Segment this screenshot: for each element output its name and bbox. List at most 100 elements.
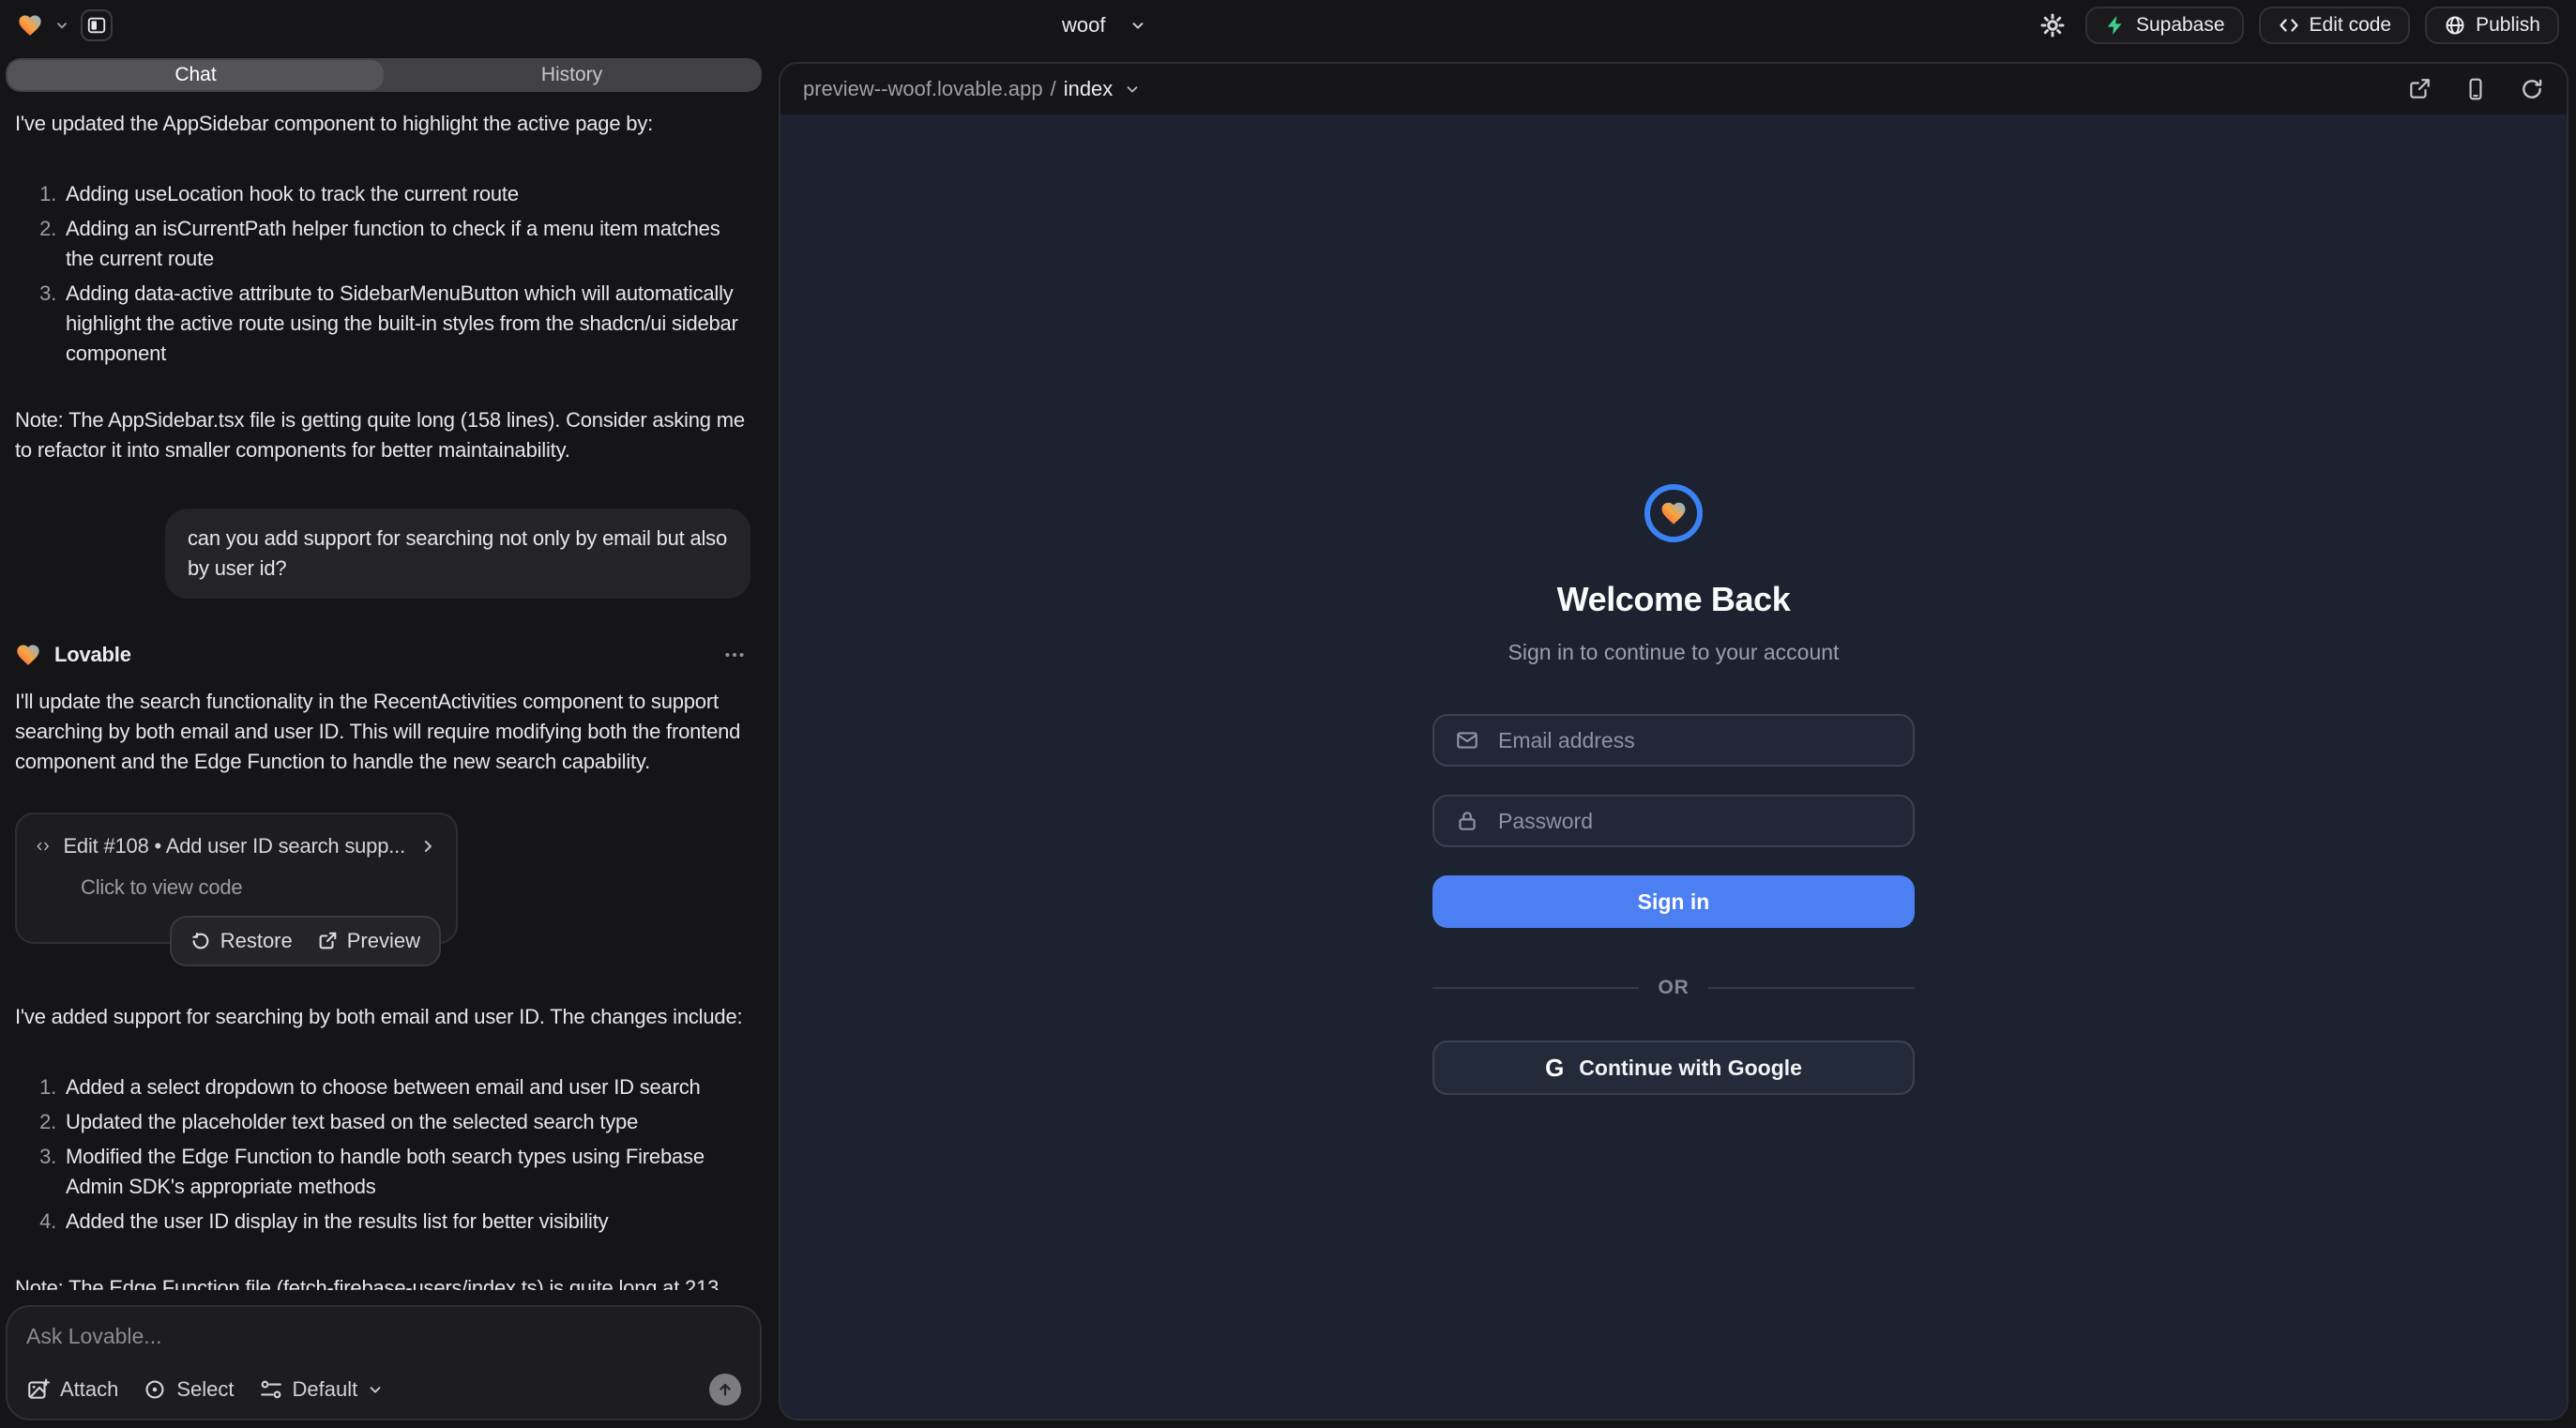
workspace-chevron-down-icon[interactable] xyxy=(54,18,69,33)
assistant-numbered-list: Added a select dropdown to choose betwee… xyxy=(15,1068,750,1241)
refresh-icon xyxy=(2520,77,2544,101)
preview-iframe: Welcome Back Sign in to continue to your… xyxy=(780,114,2567,1419)
chat-input[interactable] xyxy=(26,1324,741,1349)
project-name: woof xyxy=(1062,13,1105,38)
preview-label: Preview xyxy=(347,929,420,953)
restore-label: Restore xyxy=(220,929,293,953)
preview-toolbar: preview--woof.lovable.app / index xyxy=(780,64,2567,114)
preview-button[interactable]: Preview xyxy=(317,929,420,953)
email-input[interactable] xyxy=(1494,726,1892,755)
mobile-view-button[interactable] xyxy=(2463,77,2488,101)
password-input[interactable] xyxy=(1494,807,1892,836)
preview-panel: preview--woof.lovable.app / index xyxy=(779,62,2568,1420)
list-item: Adding an isCurrentPath helper function … xyxy=(62,214,750,274)
message-list[interactable]: I've updated the AppSidebar component to… xyxy=(0,92,767,1290)
attach-button[interactable]: Attach xyxy=(26,1377,118,1402)
tab-chat[interactable]: Chat xyxy=(8,60,384,90)
project-chevron-down-icon xyxy=(1129,17,1146,34)
preview-url-host: preview--woof.lovable.app xyxy=(803,77,1043,101)
globe-icon xyxy=(2444,14,2466,37)
auth-title: Welcome Back xyxy=(1557,580,1791,619)
supabase-icon xyxy=(2104,14,2127,37)
assistant-numbered-list: Adding useLocation hook to track the cur… xyxy=(15,175,750,373)
chevron-down-icon xyxy=(1124,81,1141,98)
lovable-avatar-icon xyxy=(15,642,41,668)
code-icon xyxy=(2278,14,2300,37)
attach-image-icon xyxy=(26,1377,51,1402)
settings-button[interactable] xyxy=(2035,8,2070,43)
edit-card[interactable]: Edit #108 • Add user ID search supp... C… xyxy=(15,813,458,944)
email-field[interactable] xyxy=(1432,714,1915,767)
code-icon xyxy=(36,834,50,858)
composer: Attach Select Default xyxy=(6,1305,762,1420)
divider-line xyxy=(1432,987,1639,989)
preview-url[interactable]: preview--woof.lovable.app / index xyxy=(803,77,1141,101)
select-label: Select xyxy=(176,1377,234,1402)
chevron-down-icon xyxy=(367,1381,384,1398)
password-field[interactable] xyxy=(1432,795,1915,847)
restore-button[interactable]: Restore xyxy=(190,929,293,953)
sidebar-panel-icon xyxy=(86,15,107,36)
supabase-label: Supabase xyxy=(2136,14,2225,37)
divider-line xyxy=(1708,987,1915,989)
more-options-icon[interactable] xyxy=(722,643,750,667)
list-item: Added the user ID display in the results… xyxy=(62,1207,750,1237)
publish-button[interactable]: Publish xyxy=(2425,7,2559,44)
edit-card-actions: Restore Preview xyxy=(170,916,441,966)
composer-toolbar: Attach Select Default xyxy=(26,1374,741,1405)
chat-panel: Chat History I've updated the AppSidebar… xyxy=(0,51,767,1428)
open-in-new-tab-button[interactable] xyxy=(2407,77,2432,101)
user-message-bubble: can you add support for searching not on… xyxy=(165,509,750,599)
edit-card-header[interactable]: Edit #108 • Add user ID search supp... xyxy=(36,831,437,861)
auth-card: Welcome Back Sign in to continue to your… xyxy=(1432,484,1915,1095)
lovable-logo-icon[interactable] xyxy=(17,12,43,38)
google-label: Continue with Google xyxy=(1579,1056,1802,1081)
preview-url-page: index xyxy=(1064,77,1114,101)
edit-code-label: Edit code xyxy=(2310,14,2392,37)
select-button[interactable]: Select xyxy=(143,1377,234,1402)
tab-history[interactable]: History xyxy=(384,60,760,90)
phone-icon xyxy=(2463,77,2488,101)
supabase-button[interactable]: Supabase xyxy=(2085,7,2244,44)
project-switcher[interactable]: woof xyxy=(1062,0,1146,51)
list-item: Added a select dropdown to choose betwee… xyxy=(62,1072,750,1102)
google-sign-in-button[interactable]: G Continue with Google xyxy=(1432,1041,1915,1095)
assistant-name: Lovable xyxy=(54,640,131,670)
arrow-up-icon xyxy=(716,1380,735,1399)
sliders-icon xyxy=(259,1377,283,1402)
or-label: OR xyxy=(1658,977,1689,999)
google-icon: G xyxy=(1545,1056,1564,1080)
mail-icon xyxy=(1455,728,1479,752)
select-target-icon xyxy=(143,1377,167,1402)
model-label: Default xyxy=(293,1377,358,1402)
top-bar-actions: Supabase Edit code Publish xyxy=(2035,7,2559,44)
chevron-right-icon xyxy=(418,837,437,856)
edit-card-subtitle: Click to view code xyxy=(81,873,437,903)
assistant-paragraph: I've added support for searching by both… xyxy=(15,1002,750,1032)
or-divider: OR xyxy=(1432,977,1915,999)
publish-label: Publish xyxy=(2476,14,2540,37)
top-bar: woof Supabase Edit code Publish xyxy=(0,0,2576,51)
list-item: Adding useLocation hook to track the cur… xyxy=(62,179,750,209)
lovable-app-window: woof Supabase Edit code Publish Chat xyxy=(0,0,2576,1428)
edit-code-button[interactable]: Edit code xyxy=(2259,7,2411,44)
app-logo xyxy=(1644,484,1703,542)
sign-in-button[interactable]: Sign in xyxy=(1432,875,1915,928)
restore-icon xyxy=(190,931,211,951)
external-link-icon xyxy=(317,931,338,951)
assistant-paragraph: I've updated the AppSidebar component to… xyxy=(15,109,750,139)
send-button[interactable] xyxy=(709,1374,741,1405)
assistant-note: Note: The AppSidebar.tsx file is getting… xyxy=(15,405,750,465)
attach-label: Attach xyxy=(60,1377,118,1402)
user-message-row: can you add support for searching not on… xyxy=(15,509,750,599)
list-item: Updated the placeholder text based on th… xyxy=(62,1107,750,1137)
refresh-button[interactable] xyxy=(2520,77,2544,101)
toggle-sidebar-button[interactable] xyxy=(81,9,113,41)
list-item: Modified the Edge Function to handle bot… xyxy=(62,1142,750,1202)
preview-toolbar-icons xyxy=(2407,77,2544,101)
model-selector[interactable]: Default xyxy=(259,1377,385,1402)
assistant-header: Lovable xyxy=(15,640,750,670)
auth-subtitle: Sign in to continue to your account xyxy=(1508,640,1840,665)
gear-icon xyxy=(2038,11,2067,39)
list-item: Adding data-active attribute to SidebarM… xyxy=(62,279,750,369)
